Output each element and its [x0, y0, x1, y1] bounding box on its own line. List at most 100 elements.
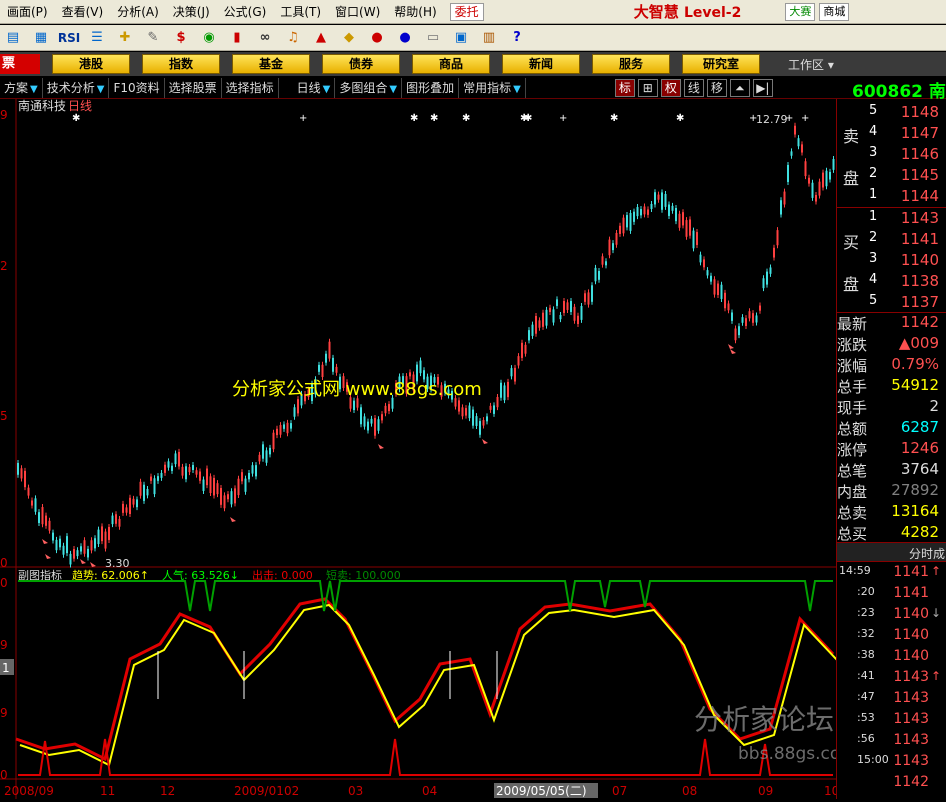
multi-chart-menu[interactable]: 多图组合 ▼ [335, 77, 403, 98]
select-indicator-menu[interactable]: 选择指标 [222, 77, 279, 98]
tech-analysis-menu[interactable]: 技术分析 ▼ [43, 77, 110, 98]
menu-item-screen[interactable]: 画面(P) [0, 0, 55, 24]
nav-funds[interactable]: 基金 [232, 54, 310, 74]
contest-tag[interactable]: 大赛 [785, 2, 816, 21]
buy-arrow-icon [730, 349, 736, 354]
candle-body [577, 315, 579, 325]
play-end-icon[interactable]: ▶| [752, 78, 773, 97]
candle-body [811, 182, 814, 198]
menu-item-decision[interactable]: 决策(J) [166, 0, 217, 24]
candle-body [559, 314, 562, 320]
nav-index[interactable]: 指数 [142, 54, 220, 74]
upload-icon[interactable]: ⏶ [729, 78, 750, 97]
select-stock-menu[interactable]: 选择股票 [165, 77, 222, 98]
sell-level-row[interactable]: 2 1145 [837, 166, 946, 187]
move-button[interactable]: 移 [706, 78, 727, 97]
x-axis-label: 09 [758, 784, 773, 798]
candle-body [636, 207, 639, 217]
up-icon[interactable]: ▲ [310, 27, 332, 49]
scheme-menu[interactable]: 方案 ▼ [0, 77, 43, 98]
chart-icon[interactable]: ▤ [2, 27, 24, 49]
binoculars-icon[interactable]: ∞ [254, 27, 276, 49]
alarm-icon[interactable]: ♫ [282, 27, 304, 49]
menu-item-formula[interactable]: 公式(G) [217, 0, 274, 24]
menu-item-window[interactable]: 窗口(W) [328, 0, 387, 24]
mall-tag[interactable]: 商城 [819, 2, 850, 21]
help-icon[interactable]: ? [506, 27, 528, 49]
sell-level-row[interactable]: 5 1148 [837, 103, 946, 124]
popularity-value: 人气: 63.526↓ [162, 568, 239, 582]
candle-body [514, 367, 516, 382]
entrust-button[interactable]: 委托 [449, 2, 484, 21]
common-indicator-menu[interactable]: 常用指标 ▼ [459, 77, 526, 98]
menu-item-help[interactable]: 帮助(H) [387, 0, 443, 24]
line-button[interactable]: 线 [683, 78, 704, 97]
dollar-icon[interactable]: $ [170, 27, 192, 49]
dropdown-arrow-icon: ▼ [30, 83, 38, 95]
buy-level-row[interactable]: 1 1143 [837, 209, 946, 230]
stat-value: 27892 [891, 481, 939, 499]
red-ball-icon[interactable]: ● [366, 27, 388, 49]
buy-level-row[interactable]: 5 1137 [837, 293, 946, 314]
f10-menu[interactable]: F10资料 [109, 77, 165, 98]
buy-level-row[interactable]: 4 1138 [837, 272, 946, 293]
sub-y-tick: 9 [0, 706, 8, 720]
candle-body [290, 423, 292, 429]
diamond-icon[interactable]: ◆ [338, 27, 360, 49]
tick-price: 1141 [893, 564, 929, 580]
menu-item-view[interactable]: 查看(V) [55, 0, 111, 24]
sell-level-row[interactable]: 1 1144 [837, 187, 946, 208]
chart-toolbar: 方案 ▼ 技术分析 ▼ F10资料 选择股票 选择指标 日线 ▼ 多图组合 ▼ 图形叠加… [0, 77, 946, 99]
short-value: 短卖: 100.000 [326, 568, 401, 582]
menu-item-analysis[interactable]: 分析(A) [110, 0, 166, 24]
overlay-menu[interactable]: 图形叠加 [402, 77, 460, 98]
kline-chart[interactable]: ✱ + ✱ ✱ ✱ ✱✱ + ✱ ✱ + + + 南通科技 日线 9 2 5 0 12.79 3.30… [0, 99, 836, 799]
buy-level-row[interactable]: 3 1140 [837, 251, 946, 272]
menu-item-tools[interactable]: 工具(T) [273, 0, 328, 24]
table-icon[interactable]: ▦ [30, 27, 52, 49]
nav-commodities[interactable]: 商品 [412, 54, 490, 74]
mark-button[interactable]: 标 [614, 78, 635, 97]
stat-label: 涨幅 [837, 357, 868, 375]
nav-research[interactable]: 研究室 [682, 54, 760, 74]
candle-body [549, 307, 551, 312]
bars-icon[interactable]: ▮ [226, 27, 248, 49]
list-icon[interactable]: ☰ [86, 27, 108, 49]
ruler-icon[interactable]: ✎ [142, 27, 164, 49]
candle-body [741, 317, 744, 323]
notepad-icon[interactable]: ▭ [422, 27, 444, 49]
grid-button[interactable]: ⊞ [637, 78, 658, 97]
candle-body [692, 230, 695, 249]
indicator-icon[interactable]: ◉ [198, 27, 220, 49]
sell-level-row[interactable]: 4 1147 [837, 124, 946, 145]
rights-button[interactable]: 权 [660, 78, 681, 97]
candle-body [279, 425, 282, 435]
candle-body [69, 553, 72, 565]
candle-body [675, 208, 677, 222]
buy-arrow-icon [42, 539, 48, 544]
ticks-header[interactable]: 分时成 [909, 545, 945, 562]
period-menu[interactable]: 日线 ▼ [279, 77, 336, 98]
stat-value: 6287 [900, 418, 939, 436]
tick-row: :23 1140 ↓ [837, 606, 946, 627]
nav-services[interactable]: 服务 [592, 54, 670, 74]
workspace-dropdown[interactable]: 工作区 ▾ [788, 56, 834, 73]
blue-ball-icon[interactable]: ● [394, 27, 416, 49]
nav-hk-stocks[interactable]: 港股 [52, 54, 130, 74]
crosshair-icon[interactable]: ✚ [114, 27, 136, 49]
nav-stocks[interactable]: 票 [0, 54, 40, 74]
tick-price: 1140 [893, 648, 929, 664]
candle-body [493, 405, 495, 414]
nav-bonds[interactable]: 债券 [322, 54, 400, 74]
nav-news[interactable]: 新闻 [502, 54, 580, 74]
rsi-button[interactable]: RSI [58, 27, 80, 49]
stat-value: 0.79% [891, 355, 939, 373]
candle-body [409, 372, 411, 377]
buy-level-row[interactable]: 2 1141 [837, 230, 946, 251]
stat-row: 现手 2 [837, 397, 946, 418]
candle-body [45, 515, 47, 526]
books-icon[interactable]: ▥ [478, 27, 500, 49]
sell-level-row[interactable]: 3 1146 [837, 145, 946, 166]
candle-body [108, 526, 110, 540]
window-icon[interactable]: ▣ [450, 27, 472, 49]
